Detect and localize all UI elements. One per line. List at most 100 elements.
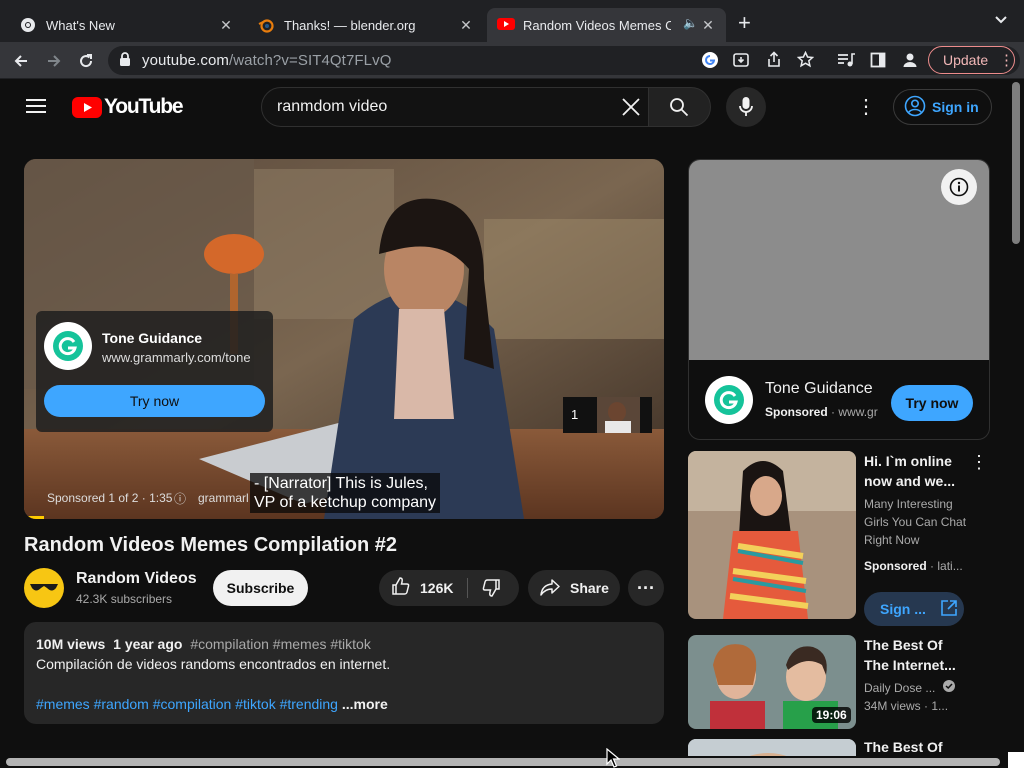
description-text: Compilación de videos randoms encontrado… bbox=[36, 656, 391, 672]
ad-url[interactable]: www.grammarly.com/tone bbox=[102, 350, 251, 365]
forward-icon[interactable] bbox=[43, 50, 65, 72]
description-top-tags[interactable]: #compilation #memes #tiktok bbox=[190, 636, 371, 652]
search-button[interactable] bbox=[648, 87, 711, 127]
tab-label: What's New bbox=[46, 17, 115, 33]
more-actions-button[interactable]: ··· bbox=[628, 570, 664, 606]
rec-1-cta-label: Sign ... bbox=[880, 601, 926, 617]
rec-2-thumbnail[interactable]: 19:06 bbox=[688, 635, 856, 729]
rec-1-description: Many Interesting Girls You Can Chat Righ… bbox=[864, 495, 966, 549]
description-hashtags: #memes #random #compilation #tiktok #tre… bbox=[36, 695, 388, 713]
ad-info-text: Sponsored 1 of 2 · 1:35 bbox=[47, 491, 173, 505]
horizontal-scrollbar-thumb[interactable] bbox=[6, 758, 1000, 766]
sponsored-label: Sponsored bbox=[765, 405, 828, 419]
hamburger-menu-icon[interactable] bbox=[26, 98, 46, 119]
speaker-icon[interactable]: 🔈 bbox=[683, 16, 698, 30]
rec-3-title[interactable]: The Best Of bbox=[864, 737, 964, 757]
sunglasses-emoji-icon bbox=[30, 584, 58, 591]
youtube-icon bbox=[497, 17, 515, 33]
caption-line-2: VP of a ketchup company bbox=[254, 494, 437, 511]
search-icon bbox=[669, 97, 689, 122]
rec-1-domain: lati... bbox=[937, 559, 963, 573]
grammarly-icon bbox=[53, 331, 83, 361]
chevron-down-icon[interactable] bbox=[994, 14, 1008, 28]
media-control-icon[interactable] bbox=[837, 52, 855, 73]
info-icon bbox=[949, 177, 969, 197]
ad-info-icon[interactable]: ⓘ bbox=[174, 490, 186, 507]
hashtag-link[interactable]: #memes bbox=[36, 696, 90, 712]
tab-whats-new[interactable]: What's New ✕ bbox=[8, 8, 244, 42]
subscribe-label: Subscribe bbox=[226, 580, 295, 596]
clear-search-icon[interactable] bbox=[621, 97, 641, 122]
dislike-button[interactable] bbox=[468, 570, 519, 606]
ad-domain[interactable]: grammarl bbox=[198, 491, 249, 505]
ad-cta-label: Try now bbox=[129, 393, 180, 409]
hashtag-link[interactable]: #random bbox=[94, 696, 149, 712]
rec-2-age: 1... bbox=[931, 699, 949, 713]
youtube-logo-icon bbox=[72, 96, 102, 118]
sidebar-ad-card[interactable]: Tone Guidance Sponsored · www.gr Try now bbox=[688, 159, 990, 440]
rec-2-title[interactable]: The Best Of The Internet... bbox=[864, 635, 964, 675]
tab-label: Thanks! — blender.org bbox=[284, 17, 416, 33]
url-host: youtube.com bbox=[142, 52, 229, 69]
ad-overlay-card[interactable]: Tone Guidance www.grammarly.com/tone Try… bbox=[36, 311, 273, 432]
like-button[interactable]: 126K bbox=[379, 570, 467, 606]
search-input[interactable] bbox=[277, 93, 607, 121]
ad-title[interactable]: Tone Guidance bbox=[102, 330, 202, 346]
show-more-link[interactable]: ...more bbox=[342, 696, 388, 712]
lock-icon[interactable] bbox=[119, 52, 131, 72]
close-tab-icon[interactable]: ✕ bbox=[458, 17, 474, 33]
new-tab-icon[interactable]: + bbox=[738, 12, 751, 34]
thumb-up-icon bbox=[391, 576, 411, 601]
microphone-icon bbox=[739, 96, 753, 123]
external-link-icon bbox=[940, 599, 958, 620]
rec-2-channel-row[interactable]: Daily Dose ... bbox=[864, 679, 955, 697]
rec-1-more-icon[interactable]: ⋮ bbox=[970, 452, 988, 473]
url-text[interactable]: youtube.com/watch?v=SIT4Qt7FLvQ bbox=[142, 52, 391, 69]
ad-queue-preview[interactable]: 1 bbox=[563, 397, 652, 433]
ad-info-button[interactable] bbox=[941, 169, 977, 205]
tab-blender[interactable]: Thanks! — blender.org ✕ bbox=[248, 8, 484, 42]
channel-avatar[interactable] bbox=[24, 568, 64, 608]
side-panel-icon[interactable] bbox=[870, 52, 886, 73]
share-button[interactable]: Share bbox=[528, 570, 620, 606]
back-icon[interactable] bbox=[10, 50, 32, 72]
hashtag-link[interactable]: #trending bbox=[280, 696, 338, 712]
bookmark-star-icon[interactable] bbox=[796, 50, 815, 73]
google-icon[interactable] bbox=[701, 51, 719, 74]
video-player[interactable]: Tone Guidance www.grammarly.com/tone Try… bbox=[24, 159, 664, 519]
tab-label: Random Videos Memes Co bbox=[523, 17, 671, 33]
ad-try-now-button[interactable]: Try now bbox=[44, 385, 265, 417]
hashtag-link[interactable]: #tiktok bbox=[235, 696, 275, 712]
install-icon[interactable] bbox=[733, 52, 749, 73]
close-tab-icon[interactable]: ✕ bbox=[700, 17, 716, 33]
rec-2-duration: 19:06 bbox=[812, 707, 851, 723]
vertical-scrollbar-thumb[interactable] bbox=[1012, 82, 1020, 244]
rec-1-title[interactable]: Hi. I`m online now and we... bbox=[864, 451, 964, 491]
rec-1-desc-line: Many Interesting bbox=[864, 497, 953, 511]
youtube-logo[interactable]: YouTube bbox=[72, 95, 184, 119]
sidebar-ad-cta-label: Try now bbox=[905, 395, 959, 411]
close-tab-icon[interactable]: ✕ bbox=[218, 17, 234, 33]
channel-name[interactable]: Random Videos bbox=[76, 570, 197, 588]
scrollbar-corner bbox=[1008, 752, 1024, 768]
sponsored-label: Sponsored bbox=[864, 559, 927, 573]
share-page-icon[interactable] bbox=[766, 51, 782, 73]
rec-1-thumbnail[interactable] bbox=[688, 451, 856, 619]
subscribe-button[interactable]: Subscribe bbox=[213, 570, 308, 606]
reload-icon[interactable] bbox=[75, 50, 97, 72]
more-vert-icon[interactable]: ⋮ bbox=[999, 51, 1014, 69]
profile-icon[interactable] bbox=[901, 51, 919, 74]
tab-youtube[interactable]: Random Videos Memes Co 🔈 ✕ bbox=[487, 8, 726, 42]
voice-search-button[interactable] bbox=[726, 87, 766, 127]
settings-more-icon[interactable]: ⋮ bbox=[856, 96, 876, 118]
thumb-down-icon bbox=[481, 578, 501, 603]
mouse-cursor-icon bbox=[606, 748, 620, 768]
rec-1-sign-up-button[interactable]: Sign ... bbox=[864, 592, 964, 626]
sidebar-ad-try-now-button[interactable]: Try now bbox=[891, 385, 973, 421]
sign-in-button[interactable]: Sign in bbox=[893, 89, 992, 125]
sidebar-ad-title[interactable]: Tone Guidance bbox=[765, 380, 873, 398]
update-button[interactable]: Update ⋮ bbox=[928, 46, 1015, 74]
description-box[interactable]: 10M views 1 year ago #compilation #memes… bbox=[24, 622, 664, 724]
rec-1-desc-line: Girls You Can Chat bbox=[864, 515, 967, 529]
hashtag-link[interactable]: #compilation bbox=[153, 696, 232, 712]
